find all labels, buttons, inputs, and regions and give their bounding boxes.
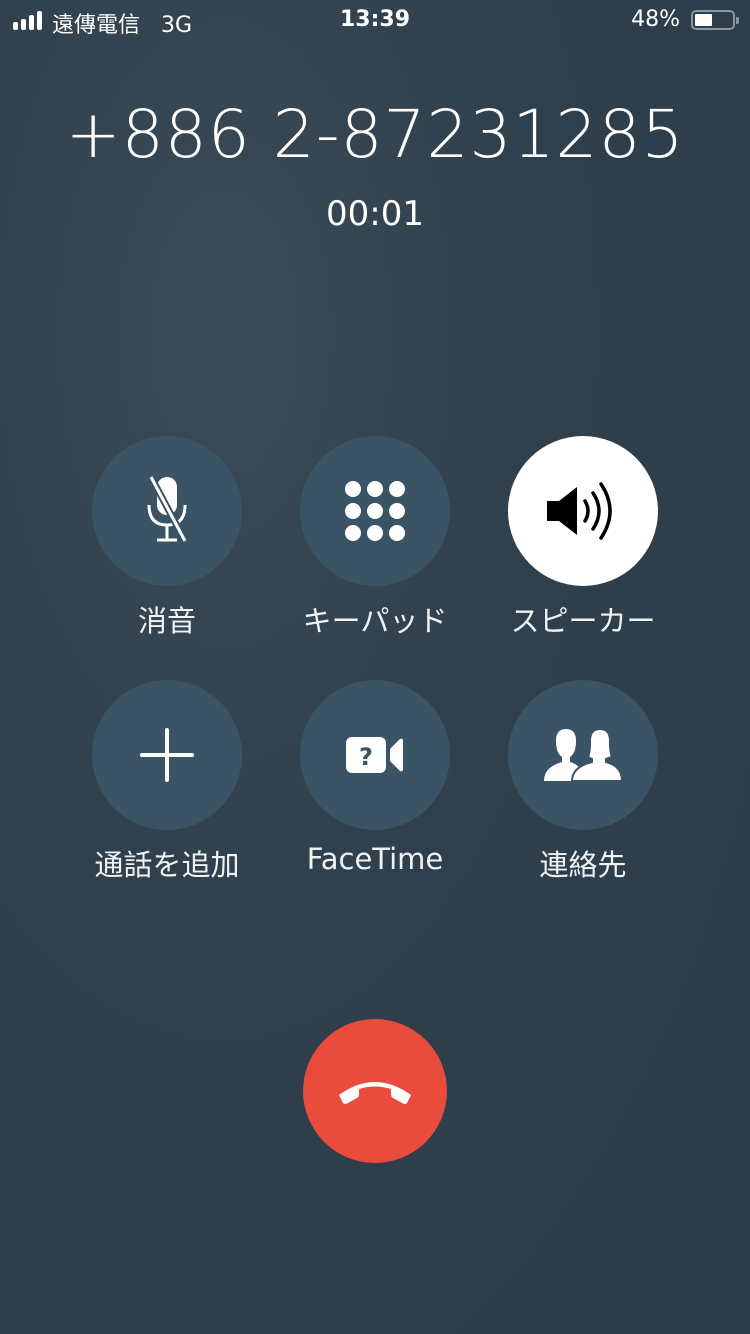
facetime-icon: ? xyxy=(346,737,403,773)
mute-button[interactable] xyxy=(92,436,242,586)
battery-icon xyxy=(691,10,735,30)
contacts-label: 連絡先 xyxy=(539,848,627,882)
status-bar: 遠傳電信 3G 13:39 48% xyxy=(0,0,750,42)
contacts-button[interactable] xyxy=(508,680,658,830)
speaker-button[interactable] xyxy=(508,436,658,586)
battery-percent: 48% xyxy=(631,7,680,32)
keypad-label: キーパッド xyxy=(302,604,448,638)
keypad-icon xyxy=(345,481,405,541)
end-call-icon xyxy=(339,1082,411,1104)
end-call-button[interactable] xyxy=(303,1019,447,1163)
add-call-button[interactable] xyxy=(92,680,242,830)
facetime-label: FaceTime xyxy=(306,842,444,876)
keypad-button[interactable] xyxy=(300,436,450,586)
plus-icon xyxy=(140,728,194,782)
call-duration: 00:01 xyxy=(326,194,424,234)
caller-number: +886 2-87231285 xyxy=(65,96,685,173)
mute-icon xyxy=(147,475,189,543)
contacts-icon xyxy=(544,729,622,781)
speaker-label: スピーカー xyxy=(510,604,656,638)
mute-label: 消音 xyxy=(137,604,196,638)
facetime-button[interactable]: ? xyxy=(300,680,450,830)
add-call-label: 通話を追加 xyxy=(94,848,240,882)
battery-tip xyxy=(736,17,739,24)
svg-text:?: ? xyxy=(359,743,373,771)
speaker-icon xyxy=(547,482,612,540)
